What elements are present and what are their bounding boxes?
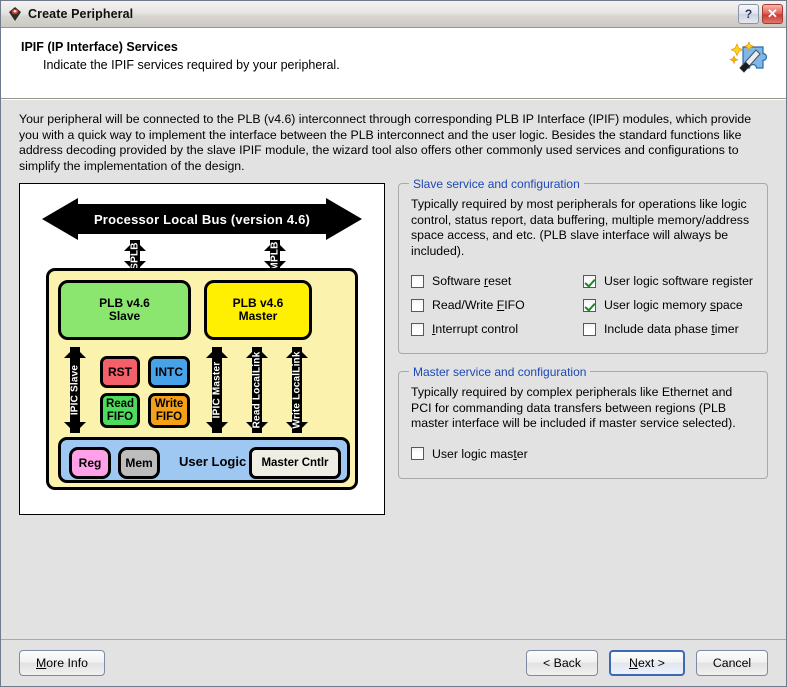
checkbox-read-write-fifo[interactable]: Read/Write FIFO xyxy=(411,293,583,317)
rst-block: RST xyxy=(100,356,140,388)
checkbox-box[interactable] xyxy=(411,298,424,312)
arrow-up-icon xyxy=(64,347,86,358)
read-fifo-block: Read FIFO xyxy=(100,393,140,428)
processor-local-bus: Processor Local Bus (version 4.6) xyxy=(42,198,362,240)
ipic-slave-label: IPIC Slave xyxy=(69,364,81,416)
wizard-wand-puzzle-icon xyxy=(728,38,770,80)
app-gem-icon xyxy=(7,6,23,22)
checkbox-include-data-phase-timer[interactable]: Include data phase timer xyxy=(583,317,753,341)
architecture-diagram: Processor Local Bus (version 4.6) SPLB M… xyxy=(19,183,385,515)
next-button[interactable]: Next > xyxy=(609,650,685,676)
slave-options-right: User logic software register User logic … xyxy=(583,269,753,341)
help-button[interactable]: ? xyxy=(738,4,759,24)
slave-service-group: Slave service and configuration Typicall… xyxy=(398,177,768,354)
write-fifo-line1: Write xyxy=(154,397,184,410)
checkbox-box[interactable] xyxy=(411,447,424,460)
master-options-left: User logic master xyxy=(411,442,528,466)
checkbox-label: Interrupt control xyxy=(432,322,519,336)
checkbox-software-reset[interactable]: Software reset xyxy=(411,269,583,293)
user-logic-label: User Logic xyxy=(179,454,247,469)
write-fifo-line2: FIFO xyxy=(155,410,183,423)
plb-master-line1: PLB v4.6 xyxy=(232,296,284,310)
slave-group-description: Typically required by most peripherals f… xyxy=(411,197,750,258)
checkbox-box[interactable] xyxy=(411,274,424,288)
master-options-row: User logic master xyxy=(411,442,755,466)
read-fifo-line2: FIFO xyxy=(106,410,134,423)
master-group-title: Master service and configuration xyxy=(409,365,591,379)
checkbox-user-logic-memory-space[interactable]: User logic memory space xyxy=(583,293,753,317)
plb-master-block: PLB v4.6 Master xyxy=(204,280,312,340)
mplb-label: MPLB xyxy=(269,241,281,271)
header-text-block: IPIF (IP Interface) Services Indicate th… xyxy=(1,36,728,72)
user-logic-block: Reg Mem User Logic Master Cntlr xyxy=(58,437,350,483)
content-area: Your peripheral will be connected to the… xyxy=(1,99,786,639)
checkbox-label: Include data phase timer xyxy=(604,322,739,336)
checkbox-label: User logic master xyxy=(432,446,528,461)
slave-options-row: Software reset Read/Write FIFO Interrupt… xyxy=(411,269,755,341)
checkbox-box[interactable] xyxy=(583,298,596,312)
page-title: IPIF (IP Interface) Services xyxy=(21,40,178,54)
write-fifo-block: Write FIFO xyxy=(148,393,190,428)
title-bar-buttons: ? ✕ xyxy=(738,4,783,24)
checkbox-label: Read/Write FIFO xyxy=(432,298,525,312)
checkbox-label: User logic software register xyxy=(604,274,753,288)
plb-slave-line1: PLB v4.6 xyxy=(99,296,150,310)
cancel-button[interactable]: Cancel xyxy=(696,650,768,676)
checkbox-box[interactable] xyxy=(411,322,424,336)
wizard-header: IPIF (IP Interface) Services Indicate th… xyxy=(1,28,786,99)
page-subtitle: Indicate the IPIF services required by y… xyxy=(43,58,340,72)
ipif-container: PLB v4.6 Slave PLB v4.6 Master IPIC Slav… xyxy=(46,268,358,490)
close-icon[interactable]: ✕ xyxy=(762,4,783,24)
checkbox-box[interactable] xyxy=(583,322,596,336)
splb-label: SPLB xyxy=(129,242,141,270)
arrow-down-icon xyxy=(64,422,86,433)
title-bar: Create Peripheral ? ✕ xyxy=(1,1,786,28)
dialog-footer: More Info < Back Next > Cancel xyxy=(1,639,786,686)
checkbox-label: Software reset xyxy=(432,274,512,288)
mem-block: Mem xyxy=(118,447,160,479)
ipic-master-label: IPIC Master xyxy=(211,361,223,419)
read-fifo-line1: Read xyxy=(105,397,135,410)
ipic-master-arrow: IPIC Master xyxy=(205,347,229,433)
checkbox-user-logic-master[interactable]: User logic master xyxy=(411,442,528,466)
slave-group-title: Slave service and configuration xyxy=(409,177,584,191)
read-locallink-label: Read LocalLink xyxy=(251,351,263,429)
bus-label: Processor Local Bus (version 4.6) xyxy=(93,211,311,227)
intc-block: INTC xyxy=(148,356,190,388)
plb-slave-block: PLB v4.6 Slave xyxy=(58,280,191,340)
read-locallink-arrow: Read LocalLink xyxy=(245,347,269,433)
master-group-description: Typically required by complex peripheral… xyxy=(411,385,736,430)
back-button[interactable]: < Back xyxy=(526,650,598,676)
plb-master-line2: Master xyxy=(238,309,278,323)
arrow-up-icon xyxy=(206,347,228,358)
more-info-button[interactable]: More Info xyxy=(19,650,105,676)
panes: Processor Local Bus (version 4.6) SPLB M… xyxy=(19,177,768,515)
slave-options-left: Software reset Read/Write FIFO Interrupt… xyxy=(411,269,583,341)
master-service-group: Master service and configuration Typical… xyxy=(398,365,768,479)
reg-block: Reg xyxy=(69,447,111,479)
checkbox-box[interactable] xyxy=(583,274,596,288)
create-peripheral-dialog: Create Peripheral ? ✕ IPIF (IP Interface… xyxy=(0,0,787,687)
checkbox-user-logic-software-register[interactable]: User logic software register xyxy=(583,269,753,293)
write-locallink-arrow: Write LocalLink xyxy=(285,347,309,433)
write-locallink-label: Write LocalLink xyxy=(291,351,303,429)
checkbox-interrupt-control[interactable]: Interrupt control xyxy=(411,317,583,341)
plb-slave-line2: Slave xyxy=(108,309,141,323)
window-title: Create Peripheral xyxy=(28,7,134,21)
ipic-slave-arrow: IPIC Slave xyxy=(63,347,87,433)
arrow-down-icon xyxy=(206,422,228,433)
checkbox-label: User logic memory space xyxy=(604,298,743,312)
intro-paragraph: Your peripheral will be connected to the… xyxy=(19,112,752,173)
master-cntlr-block: Master Cntlr xyxy=(249,447,341,479)
services-column: Slave service and configuration Typicall… xyxy=(398,177,768,515)
